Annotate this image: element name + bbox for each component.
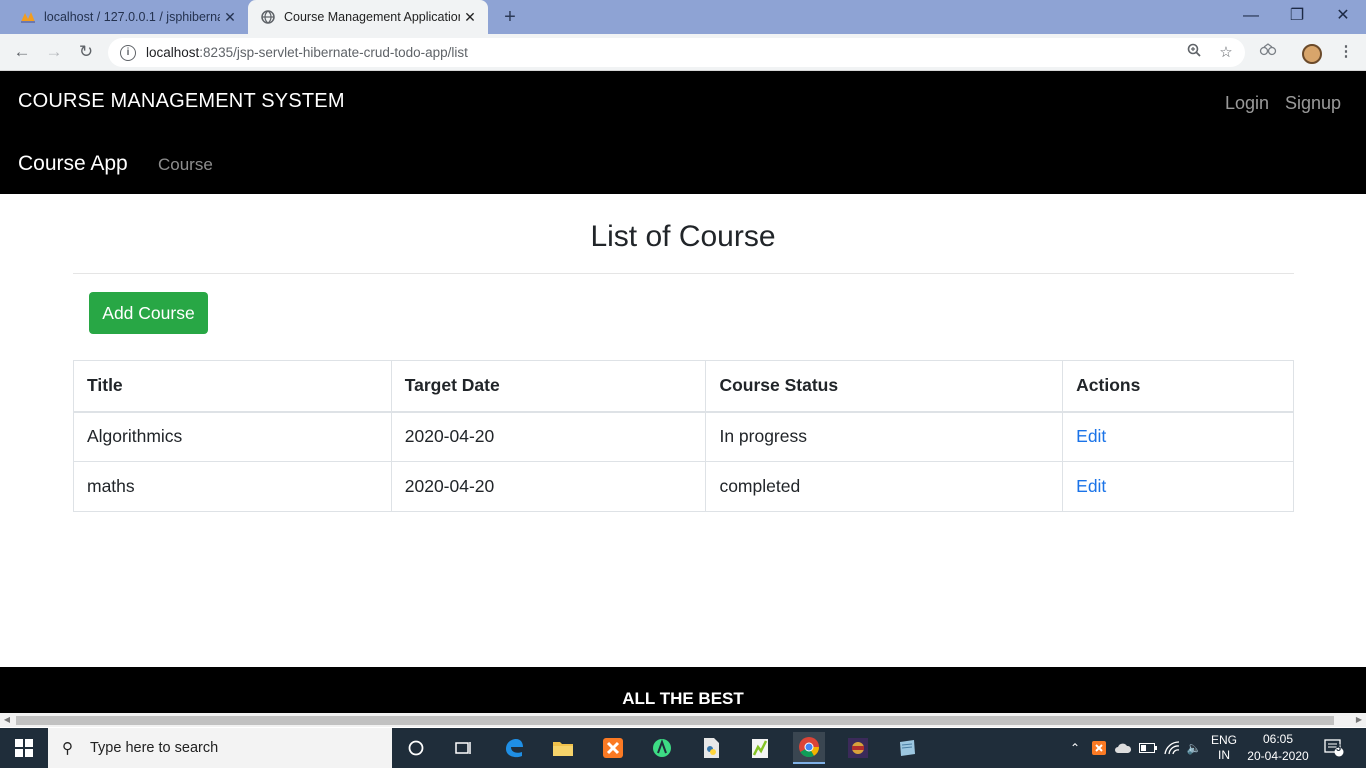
windows-taskbar: ⚲ Type here to search ⌃ 🔈 ENG IN 06:05 2… [0, 728, 1366, 768]
footer-text: ALL THE BEST [622, 689, 744, 708]
restore-button[interactable]: ❐ [1274, 0, 1320, 34]
page-content: COURSE MANAGEMENT SYSTEM Login Signup Co… [0, 71, 1366, 713]
android-studio-icon[interactable] [646, 732, 678, 764]
cell-status: In progress [705, 411, 1064, 462]
globe-icon [260, 9, 276, 25]
clock-time: 06:05 [1262, 732, 1294, 746]
tab-title: localhost / 127.0.0.1 / jsphibernat [44, 10, 220, 24]
notification-count: 5 [1336, 743, 1342, 753]
site-footer: ALL THE BEST [0, 667, 1366, 713]
chrome-icon[interactable] [793, 732, 825, 764]
menu-icon[interactable]: ⋮ [1334, 40, 1358, 64]
language-indicator[interactable]: ENG IN [1208, 728, 1240, 768]
language-region: IN [1218, 748, 1230, 762]
cortana-icon[interactable] [400, 732, 432, 764]
url-path: :8235/jsp-servlet-hibernate-crud-todo-ap… [199, 45, 468, 60]
language-code: ENG [1210, 733, 1237, 747]
back-arrow-icon[interactable]: ← [10, 40, 34, 64]
nav-course-link[interactable]: Course [158, 155, 213, 175]
signup-link[interactable]: Signup [1285, 93, 1341, 114]
divider [73, 273, 1294, 274]
notepad-plus-plus-icon[interactable] [744, 732, 776, 764]
edge-icon[interactable] [498, 732, 530, 764]
reload-icon[interactable]: ↻ [74, 40, 98, 64]
table-row: Algorithmics 2020-04-20 In progress Edit [73, 411, 1294, 462]
column-header-title: Title [73, 360, 392, 413]
browser-toolbar: ← → ↻ i localhost:8235/jsp-servlet-hiber… [0, 34, 1366, 71]
url-host: localhost [146, 45, 200, 60]
notes-app-icon[interactable] [891, 732, 923, 764]
page-title: List of Course [590, 220, 776, 253]
info-icon[interactable]: i [120, 44, 136, 61]
scroll-right-arrow-icon[interactable]: ▶ [1352, 713, 1366, 727]
tab-title: Course Management Application [284, 10, 460, 24]
table-header-row: Title Target Date Course Status Actions [73, 360, 1294, 413]
tab-course-management[interactable]: Course Management Application ✕ [248, 0, 488, 34]
scroll-left-arrow-icon[interactable]: ◀ [0, 713, 14, 727]
site-navbar: COURSE MANAGEMENT SYSTEM Login Signup Co… [0, 71, 1366, 194]
cell-target-date: 2020-04-20 [390, 411, 707, 462]
minimize-button[interactable]: — [1228, 0, 1274, 34]
cell-target-date: 2020-04-20 [390, 461, 707, 512]
close-tab-icon[interactable]: ✕ [220, 9, 240, 26]
file-explorer-icon[interactable] [547, 732, 579, 764]
address-bar[interactable]: i localhost:8235/jsp-servlet-hibernate-c… [108, 38, 1245, 67]
table-row: maths 2020-04-20 completed Edit [73, 461, 1294, 512]
edit-link[interactable]: Edit [1062, 461, 1294, 512]
taskbar-search-box[interactable]: ⚲ Type here to search [48, 728, 392, 768]
game-app-icon[interactable] [842, 732, 874, 764]
cell-title: Algorithmics [73, 411, 392, 462]
close-window-button[interactable]: ✕ [1320, 0, 1366, 34]
add-course-button[interactable]: Add Course [89, 292, 208, 334]
column-header-course-status: Course Status [705, 360, 1064, 413]
search-icon: ⚲ [62, 740, 73, 757]
edit-link[interactable]: Edit [1062, 411, 1294, 462]
clock-date: 20-04-2020 [1247, 749, 1309, 763]
notifications-icon[interactable]: 5 [1320, 728, 1348, 768]
course-table: Title Target Date Course Status Actions … [73, 360, 1294, 512]
profile-avatar[interactable] [1302, 44, 1322, 64]
column-header-actions: Actions [1062, 360, 1294, 413]
show-hidden-icons-chevron-icon[interactable]: ⌃ [1066, 728, 1084, 768]
battery-icon[interactable] [1137, 728, 1159, 768]
browser-tab-strip: localhost / 127.0.0.1 / jsphibernat ✕ Co… [0, 0, 1366, 34]
column-header-target-date: Target Date [390, 360, 707, 413]
windows-start-icon[interactable] [0, 728, 48, 768]
horizontal-scrollbar[interactable]: ◀ ▶ [0, 713, 1366, 727]
forward-arrow-icon[interactable]: → [42, 40, 66, 64]
system-clock[interactable]: 06:05 20-04-2020 [1246, 731, 1310, 765]
xampp-tray-icon[interactable] [1089, 728, 1109, 768]
search-placeholder: Type here to search [90, 740, 219, 756]
login-link[interactable]: Login [1225, 93, 1269, 114]
site-brand[interactable]: COURSE MANAGEMENT SYSTEM [18, 90, 345, 113]
cell-status: completed [705, 461, 1064, 512]
cell-title: maths [73, 461, 392, 512]
new-tab-button[interactable]: + [498, 5, 522, 29]
close-tab-icon[interactable]: ✕ [460, 9, 480, 26]
xampp-icon[interactable] [597, 732, 629, 764]
wifi-icon[interactable] [1161, 728, 1183, 768]
zoom-icon[interactable] [1180, 38, 1208, 67]
cloud-sync-icon[interactable] [1112, 728, 1134, 768]
bookmark-star-icon[interactable]: ☆ [1212, 38, 1240, 67]
tab-phpmyadmin[interactable]: localhost / 127.0.0.1 / jsphibernat ✕ [8, 0, 248, 34]
phpmyadmin-icon [20, 9, 36, 25]
python-file-icon[interactable] [695, 732, 727, 764]
task-view-icon[interactable] [448, 732, 480, 764]
extension-icon[interactable] [1256, 40, 1280, 64]
app-name-link[interactable]: Course App [18, 152, 128, 176]
scrollbar-thumb[interactable] [16, 716, 1334, 725]
volume-icon[interactable]: 🔈 [1184, 728, 1204, 768]
